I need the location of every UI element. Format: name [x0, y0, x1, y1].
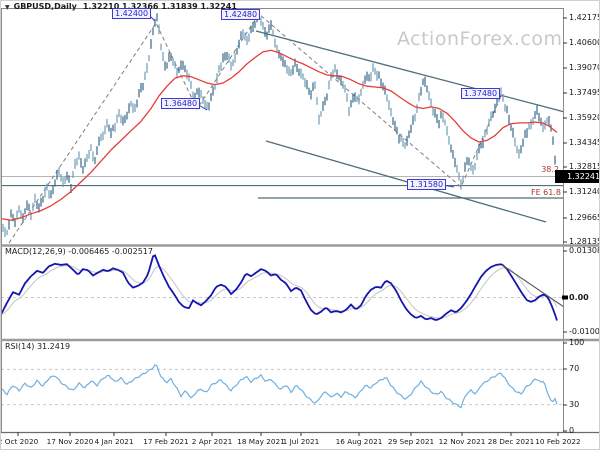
- macd-tick-label: 0.013083: [569, 246, 599, 255]
- price-tick-label: 1.31240: [569, 187, 600, 196]
- red-moving-average-line: [2, 49, 558, 221]
- date-tick-label: 2 Oct 2020: [0, 437, 39, 446]
- rsi-tick-label: 100: [569, 338, 585, 347]
- price-tick-label: 1.34345: [569, 138, 600, 147]
- swing-price-label: 1.36480: [161, 98, 201, 109]
- macd-main-line: [2, 254, 558, 321]
- macd-zero-axis-marker: [562, 295, 568, 300]
- date-tick-label: 29 Sep 2021: [387, 437, 435, 446]
- date-tick-label: 1 Jul 2021: [282, 437, 320, 446]
- swing-price-label: 1.37480: [461, 88, 501, 99]
- swing-price-label: 1.42400: [112, 8, 152, 19]
- fib-level-label: 38.2: [541, 165, 559, 174]
- rsi-indicator-label: RSI(14) 31.2419: [5, 342, 71, 351]
- fib-level-label: FE 61.8: [530, 188, 561, 197]
- macd-tick-label: 0.00: [569, 293, 589, 302]
- price-tick-label: 1.37495: [569, 88, 600, 97]
- price-tick-label: 1.40600: [569, 38, 600, 47]
- macd-trendline: [501, 264, 563, 308]
- date-tick-label: 4 Jan 2021: [94, 437, 134, 446]
- symbol-timeframe-label: GBPUSD,Daily: [13, 2, 77, 11]
- ohlc-values: 1.32210 1.32366 1.31839 1.32241: [82, 2, 237, 11]
- channel-lower-line: [265, 140, 547, 223]
- watermark-text: ActionForex.com: [397, 28, 563, 50]
- date-tick-label: 16 Aug 2021: [335, 437, 383, 446]
- price-tick-label: 1.42175: [569, 13, 600, 22]
- price-tick-label: 1.39070: [569, 63, 600, 72]
- rsi-panel-plot: [2, 364, 563, 409]
- rsi-tick-label: 70: [569, 364, 580, 373]
- macd-indicator-label: MACD(12,26,9) -0.006465 -0.002517: [5, 247, 153, 256]
- macd-panel-plot: [2, 254, 563, 321]
- price-tick-label: 1.35920: [569, 113, 600, 122]
- gbpusd-daily-chart: ▼ GBPUSD,Daily 1.32210 1.32366 1.31839 1.3…: [0, 0, 600, 450]
- date-tick-label: 10 Feb 2022: [535, 437, 581, 446]
- date-tick-label: 12 Nov 2021: [438, 437, 486, 446]
- rsi-tick-label: 0: [569, 426, 575, 435]
- date-tick-label: 2 Apr 2021: [191, 437, 233, 446]
- swing-price-label: 1.31580: [407, 179, 447, 190]
- price-tick-label: 1.29665: [569, 213, 600, 222]
- current-price-badge: 1.32241: [555, 170, 599, 183]
- rsi-tick-label: 30: [569, 400, 580, 409]
- macd-tick-label: -0.01003: [569, 327, 600, 336]
- chevron-down-icon[interactable]: ▼: [5, 4, 10, 11]
- macd-signal-line: [2, 264, 558, 319]
- chart-canvas: [1, 8, 599, 436]
- rsi-line: [2, 364, 558, 409]
- swing-price-label: 1.42480: [221, 9, 261, 20]
